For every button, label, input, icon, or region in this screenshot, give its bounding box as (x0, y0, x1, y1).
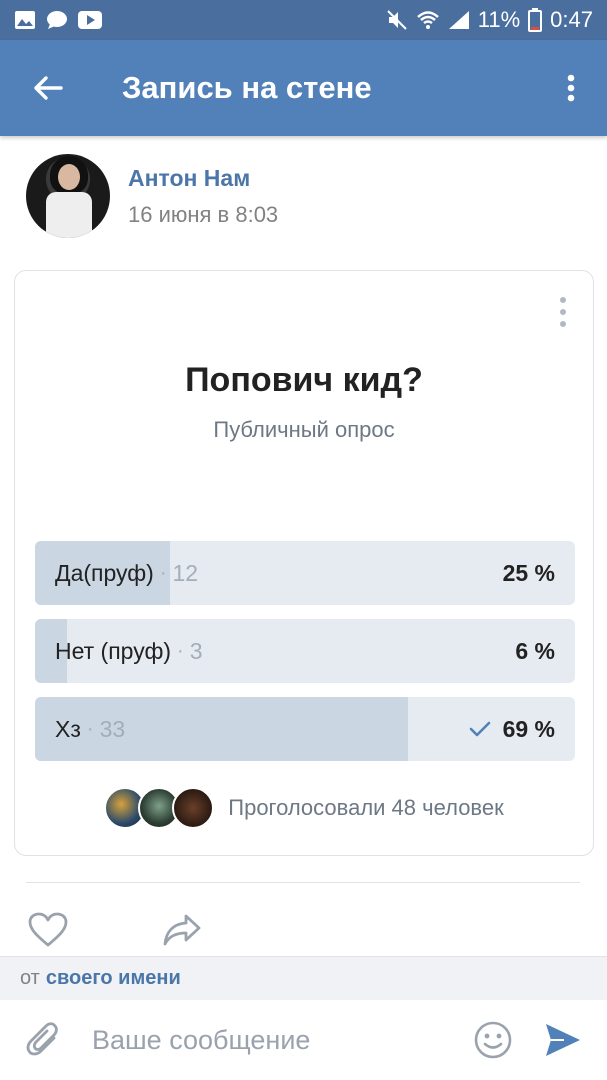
battery-icon (528, 8, 543, 32)
post-as-bar: от своего имени (0, 956, 607, 1000)
attach-button[interactable] (18, 1014, 70, 1066)
poll-voters[interactable]: Проголосовали 48 человек (15, 787, 593, 829)
poll-type: Публичный опрос (213, 417, 395, 442)
signal-icon (448, 10, 470, 30)
poll-card: Попович кид? Публичный опрос Да(пруф) · … (14, 270, 594, 856)
share-arrow-icon (163, 914, 201, 946)
poll-option-label: Да(пруф) (55, 559, 154, 586)
comment-composer (0, 1000, 607, 1080)
poll-option-count: 33 (99, 715, 126, 742)
poll-option-percent: 25 % (502, 559, 555, 586)
like-button[interactable] (26, 908, 70, 952)
post-author: Антон Нам 16 июня в 8:03 (26, 154, 278, 238)
poll-option[interactable]: Хз · 33 69 % (35, 697, 575, 761)
post-date: 16 июня в 8:03 (128, 201, 279, 227)
dot-icon (560, 321, 566, 327)
poll-option-label: Хз (55, 715, 81, 742)
dot-icon (560, 309, 566, 315)
more-vertical-icon (567, 74, 575, 102)
gallery-icon (14, 10, 36, 30)
poll-option[interactable]: Нет (пруф) · 3 6 % (35, 619, 575, 683)
youtube-icon (78, 11, 102, 29)
share-button[interactable] (160, 908, 204, 952)
message-input[interactable] (92, 1024, 467, 1056)
checkmark-icon (469, 721, 490, 737)
battery-percent: 11% (477, 7, 521, 32)
avatar[interactable] (26, 154, 110, 238)
wifi-icon (416, 10, 440, 30)
post-actions (26, 908, 204, 952)
clock: 0:47 (550, 7, 593, 32)
divider (26, 882, 580, 883)
back-button[interactable] (0, 40, 96, 136)
smiley-icon (474, 1021, 512, 1059)
send-button[interactable] (537, 1014, 589, 1066)
poll-menu-button[interactable] (553, 297, 573, 327)
send-icon (546, 1024, 580, 1056)
status-bar: 11% 0:47 (0, 0, 607, 40)
chat-bubble-icon (46, 10, 68, 30)
dot-icon (560, 297, 566, 303)
poll-option-label: Нет (пруф) (55, 637, 172, 664)
page-title: Запись на стене (122, 70, 372, 105)
post-as-prefix: от (20, 967, 40, 989)
poll-option[interactable]: Да(пруф) · 12 25 % (35, 541, 575, 605)
poll-option-percent: 6 % (515, 637, 555, 664)
mute-icon (386, 9, 408, 31)
poll-option-count: 12 (172, 559, 199, 586)
poll-question: Попович кид? (185, 361, 423, 399)
paperclip-icon (26, 1022, 58, 1056)
voter-avatar (172, 787, 215, 829)
emoji-button[interactable] (467, 1014, 519, 1066)
arrow-left-icon (34, 76, 63, 100)
voters-count-text: Проголосовали 48 человек (228, 795, 504, 820)
author-name[interactable]: Антон Нам (128, 165, 278, 192)
poll-option-count: 3 (189, 637, 203, 664)
post-as-selector[interactable]: своего имени (46, 967, 181, 990)
app-header: Запись на стене (0, 40, 607, 136)
heart-icon (28, 912, 68, 947)
more-options-button[interactable] (535, 40, 607, 136)
poll-option-percent: 69 % (502, 715, 555, 742)
